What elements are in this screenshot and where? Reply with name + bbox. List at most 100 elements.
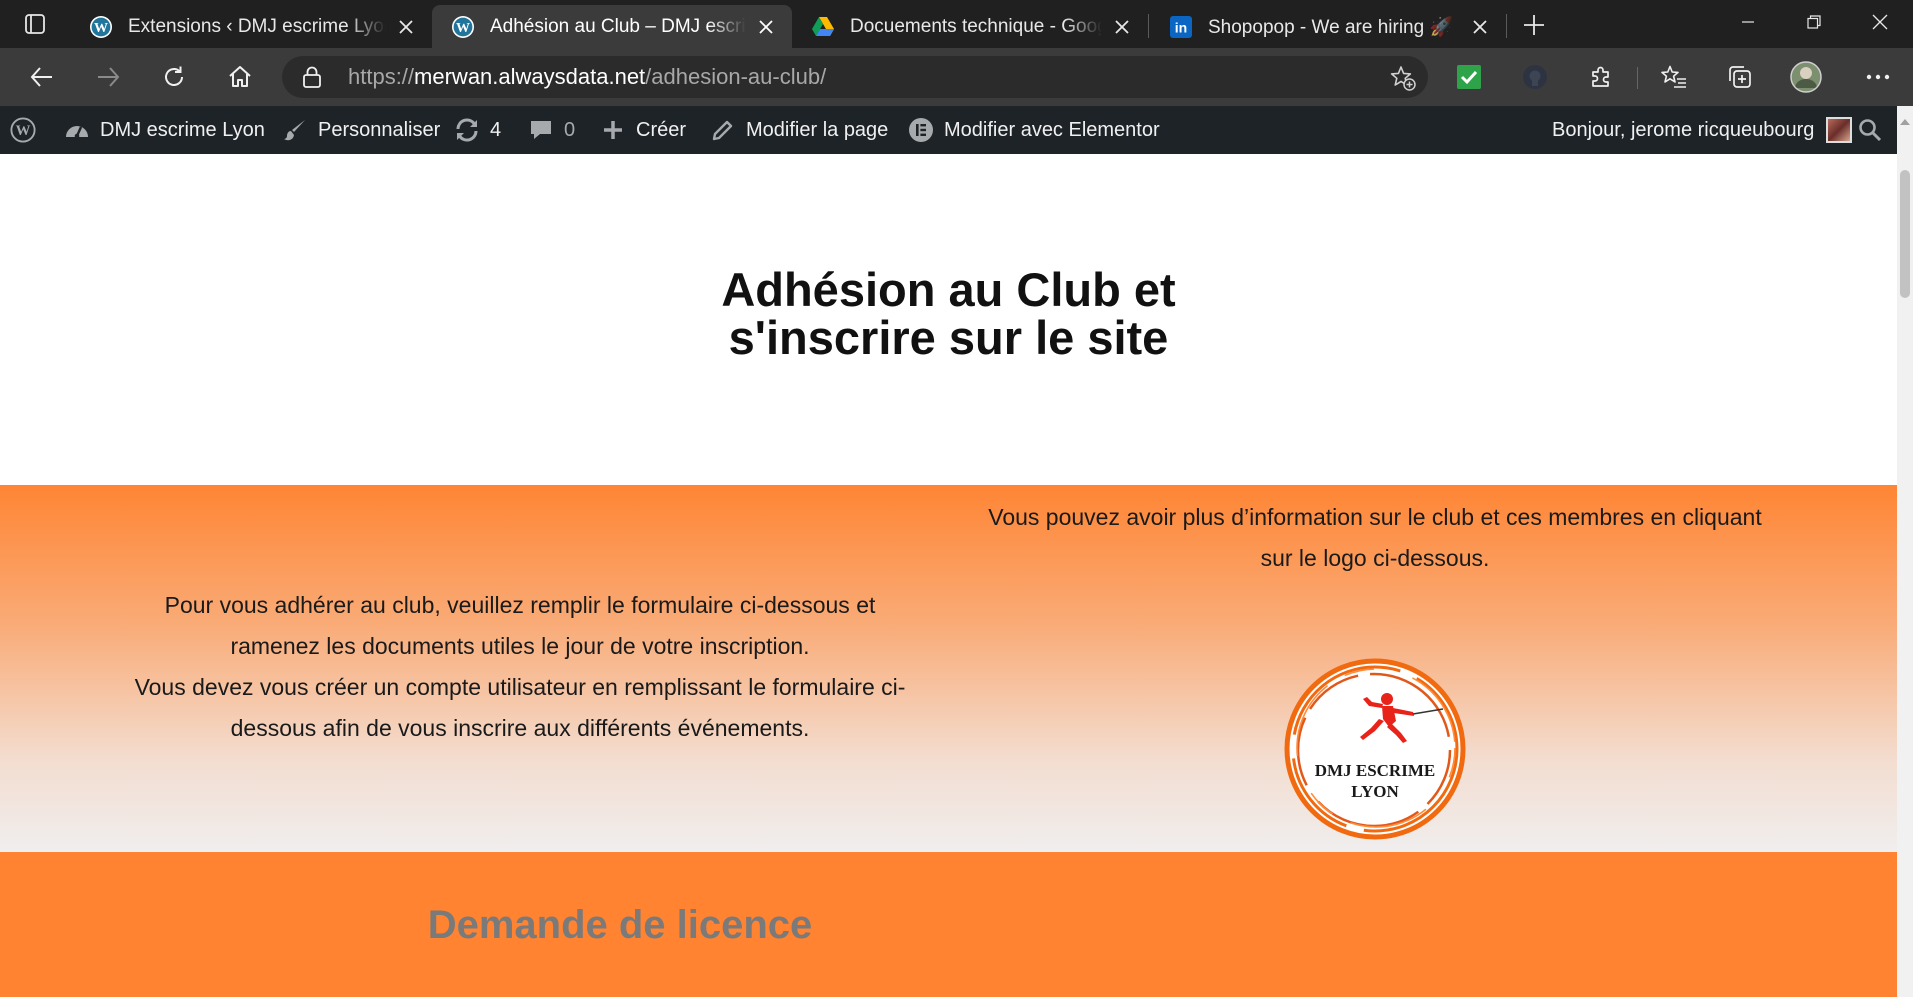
edit-page-label: Modifier la page <box>746 118 889 141</box>
comments-link[interactable]: 0 <box>528 106 575 154</box>
search-button[interactable] <box>1858 106 1882 154</box>
club-info-text: Vous pouvez avoir plus d’information sur… <box>960 497 1790 579</box>
comment-bubble-icon <box>528 117 554 143</box>
membership-instructions: Pour vous adhérer au club, veuillez remp… <box>100 585 940 749</box>
logo-text-line1: DMJ ESCRIME <box>1315 761 1435 780</box>
edit-elementor-link[interactable]: Modifier avec Elementor <box>908 106 1160 154</box>
extension-checkmark-button[interactable] <box>1453 61 1485 93</box>
arrow-left-icon <box>30 67 52 87</box>
profile-button[interactable] <box>1790 61 1822 93</box>
scroll-up-arrow[interactable] <box>1897 114 1913 128</box>
tab-title: Docuements technique - Google Drive <box>850 15 1102 37</box>
url-text[interactable]: https://merwan.alwaysdata.net/adhesion-a… <box>348 64 826 90</box>
updates-link[interactable]: 4 <box>454 106 501 154</box>
forward-button[interactable] <box>88 57 128 97</box>
user-avatar <box>1826 117 1853 143</box>
my-account-menu[interactable]: Bonjour, jerome ricqueubourg <box>1552 106 1853 154</box>
page-scrollbar[interactable] <box>1897 106 1913 997</box>
svg-text:W: W <box>16 123 31 139</box>
instructions-line1: Pour vous adhérer au club, veuillez remp… <box>164 592 876 618</box>
update-refresh-icon <box>454 117 480 143</box>
tab-title: Adhésion au Club – DMJ escrime Lyon <box>490 15 746 37</box>
minimize-icon <box>1742 21 1754 23</box>
wordpress-icon: W <box>10 117 36 143</box>
collections-button[interactable] <box>1724 61 1756 93</box>
tab-actions-button[interactable] <box>0 0 70 48</box>
licence-title: Demande de licence <box>427 903 813 947</box>
svg-text:W: W <box>456 21 470 36</box>
new-content-label: Créer <box>636 118 687 141</box>
tab-linkedin[interactable]: in Shopopop - We are hiring 🚀 : P <box>1150 5 1506 48</box>
favorites-button[interactable] <box>1658 61 1690 93</box>
greeting-text: Bonjour, jerome ricqueubourg <box>1552 118 1815 141</box>
tab-separator <box>1148 14 1149 38</box>
club-info-line2: sur le logo ci-dessous. <box>1260 545 1490 571</box>
refresh-button[interactable] <box>154 57 194 97</box>
tab-title: Shopopop - We are hiring 🚀 : P <box>1208 16 1460 38</box>
lock-icon[interactable] <box>300 65 324 89</box>
elementor-icon <box>908 117 934 143</box>
favorites-list-icon <box>1661 65 1686 88</box>
new-content-menu[interactable]: Créer <box>600 106 686 154</box>
back-button[interactable] <box>22 57 62 97</box>
url-path: /adhesion-au-club/ <box>645 64 827 89</box>
extension-github-button[interactable] <box>1519 61 1551 93</box>
settings-menu-button[interactable] <box>1862 61 1894 93</box>
page-content: Adhésion au Club et s'inscrire sur le si… <box>0 154 1897 997</box>
more-horizontal-icon <box>1866 74 1890 80</box>
tab-adhesion[interactable]: W Adhésion au Club – DMJ escrime Lyon <box>432 5 792 48</box>
club-logo-image: DMJ ESCRIME LYON <box>1284 658 1466 840</box>
wordpress-icon: W <box>88 14 114 40</box>
home-icon <box>229 66 251 87</box>
address-bar[interactable]: https://merwan.alwaysdata.net/adhesion-a… <box>282 56 1428 98</box>
instructions-line2: ramenez les documents utiles le jour de … <box>230 633 810 659</box>
close-icon[interactable] <box>1110 15 1134 39</box>
club-logo-link[interactable]: DMJ ESCRIME LYON <box>1283 657 1467 841</box>
club-info-line1: Vous pouvez avoir plus d’information sur… <box>988 504 1762 530</box>
tab-extensions[interactable]: W Extensions ‹ DMJ escrime Lyon — WordPr… <box>70 5 432 48</box>
page-title: Adhésion au Club et s'inscrire sur le si… <box>0 266 1897 362</box>
site-name-menu[interactable]: DMJ escrime Lyon <box>64 106 265 154</box>
customize-link[interactable]: Personnaliser <box>282 106 440 154</box>
page-title-line2: s'inscrire sur le site <box>728 311 1169 364</box>
scrollbar-thumb[interactable] <box>1900 170 1910 298</box>
restore-button[interactable] <box>1781 0 1847 44</box>
close-icon[interactable] <box>394 15 418 39</box>
comments-count: 0 <box>564 118 576 141</box>
add-favorite-icon[interactable] <box>1390 65 1416 91</box>
home-button[interactable] <box>220 57 260 97</box>
checkmark-icon <box>1457 65 1481 89</box>
licence-section: Demande de licence <box>0 852 1897 997</box>
updates-count: 4 <box>490 118 502 141</box>
site-name: DMJ escrime Lyon <box>100 118 265 141</box>
browser-window: W Extensions ‹ DMJ escrime Lyon — WordPr… <box>0 0 1913 997</box>
close-window-button[interactable] <box>1847 0 1913 44</box>
toolbar-separator <box>1637 67 1638 89</box>
edit-page-link[interactable]: Modifier la page <box>710 106 888 154</box>
wp-logo-menu[interactable]: W <box>10 106 46 154</box>
close-icon[interactable] <box>754 15 778 39</box>
tab-actions-icon <box>25 14 45 34</box>
tab-separator <box>1506 14 1507 38</box>
url-host: merwan.alwaysdata.net <box>414 64 646 89</box>
extensions-button[interactable] <box>1585 61 1617 93</box>
tab-bar: W Extensions ‹ DMJ escrime Lyon — WordPr… <box>0 0 1913 48</box>
info-section: Pour vous adhérer au club, veuillez remp… <box>0 485 1897 852</box>
dashboard-gauge-icon <box>64 117 90 143</box>
plus-icon <box>600 117 626 143</box>
arrow-right-icon <box>98 67 120 87</box>
tab-google-drive[interactable]: Docuements technique - Google Drive <box>792 5 1148 48</box>
svg-text:W: W <box>94 21 108 36</box>
new-tab-button[interactable] <box>1516 10 1552 40</box>
close-icon[interactable] <box>1468 15 1492 39</box>
chevron-up-icon <box>1900 118 1910 125</box>
svg-text:in: in <box>1175 19 1187 35</box>
paintbrush-icon <box>282 117 308 143</box>
refresh-icon <box>165 66 183 86</box>
tab-title: Extensions ‹ DMJ escrime Lyon — WordPres… <box>128 15 386 37</box>
club-logo[interactable]: DMJ ESCRIME LYON <box>1283 657 1467 841</box>
customize-label: Personnaliser <box>318 118 441 141</box>
minimize-button[interactable] <box>1715 0 1781 44</box>
github-icon <box>1523 65 1547 89</box>
page-title-line1: Adhésion au Club et <box>721 263 1176 316</box>
